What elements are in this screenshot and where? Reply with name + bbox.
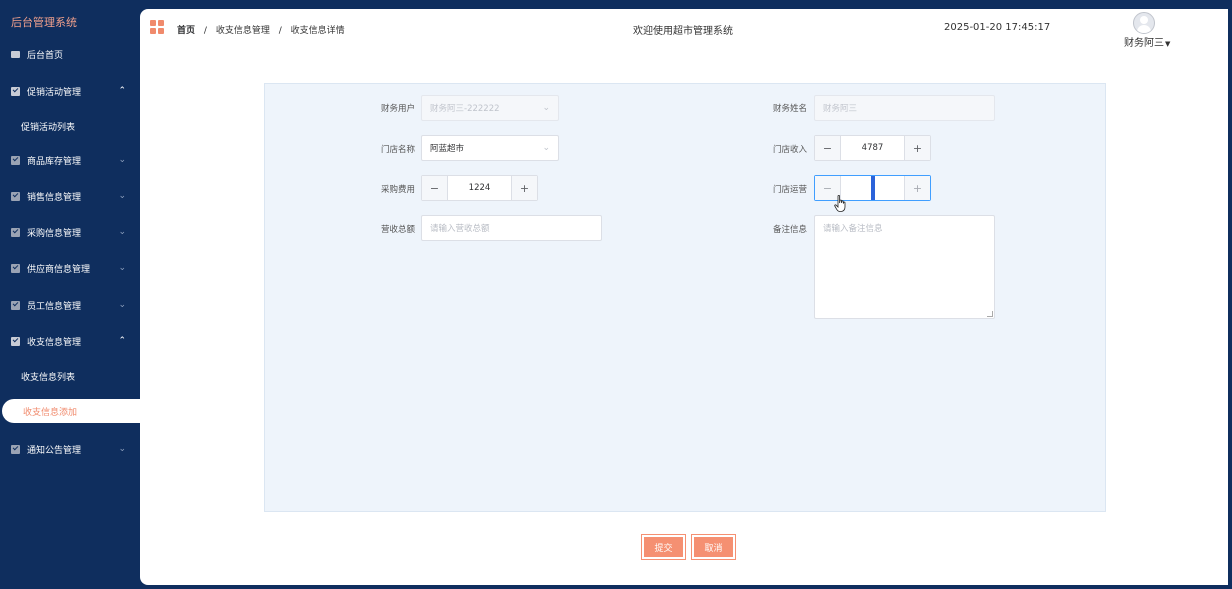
monitor-icon xyxy=(11,50,20,58)
store-name-select[interactable]: 阿蓝超市 ⌄ xyxy=(421,135,559,161)
increment-button[interactable]: + xyxy=(904,176,930,200)
header: 首页 / 收支信息管理 / 收支信息详情 欢迎使用超市管理系统 2025-01-… xyxy=(140,9,1228,49)
checkbox-icon xyxy=(11,263,20,273)
chevron-down-icon: ⌄ xyxy=(118,444,126,454)
finance-name-field: 财务阿三 xyxy=(814,95,995,121)
sidebar-item-promotion-list[interactable]: 促销活动列表 xyxy=(0,114,140,138)
sidebar-item-sales[interactable]: 销售信息管理 ⌄ xyxy=(0,184,140,208)
finance-name-value: 财务阿三 xyxy=(823,104,858,114)
sidebar-item-finance-add[interactable]: 收支信息添加 xyxy=(2,399,142,423)
datetime: 2025-01-20 17:45:17 xyxy=(944,22,1051,33)
store-name-value: 阿蓝超市 xyxy=(430,144,465,154)
resize-handle-icon[interactable] xyxy=(987,311,993,317)
form-panel: 财务用户 财务阿三-222222 ⌄ 财务姓名 财务阿三 门店名称 阿蓝超市 ⌄… xyxy=(264,83,1106,512)
sidebar-item-label: 促销活动管理 xyxy=(27,87,82,98)
chevron-down-icon: ⌄ xyxy=(542,143,550,153)
store-operation-input[interactable] xyxy=(841,176,904,200)
main-panel: 首页 / 收支信息管理 / 收支信息详情 欢迎使用超市管理系统 2025-01-… xyxy=(140,9,1228,585)
decrement-button[interactable]: − xyxy=(422,176,448,200)
purchase-cost-value[interactable]: 1224 xyxy=(448,176,511,200)
chevron-down-icon: ⌄ xyxy=(118,300,126,310)
checkbox-icon xyxy=(11,155,20,165)
checkbox-icon xyxy=(11,191,20,201)
store-name-label: 门店名称 xyxy=(380,145,415,155)
breadcrumb-separator: / xyxy=(278,26,282,36)
total-revenue-label: 营收总额 xyxy=(380,225,415,235)
sidebar-item-inventory[interactable]: 商品库存管理 ⌄ xyxy=(0,148,140,172)
purchase-cost-label: 采购费用 xyxy=(380,185,415,195)
sidebar-item-supplier[interactable]: 供应商信息管理 ⌄ xyxy=(0,256,140,280)
breadcrumb: 首页 / 收支信息管理 / 收支信息详情 xyxy=(177,23,345,36)
breadcrumb-current: 收支信息详情 xyxy=(290,26,345,36)
store-operation-stepper[interactable]: − + xyxy=(814,175,931,201)
sidebar-item-label: 员工信息管理 xyxy=(27,301,82,312)
finance-user-select: 财务阿三-222222 ⌄ xyxy=(421,95,559,121)
sidebar-item-label: 收支信息列表 xyxy=(21,372,76,383)
sidebar-item-notice[interactable]: 通知公告管理 ⌄ xyxy=(0,437,140,461)
sidebar: 后台管理系统 后台首页 促销活动管理 ⌃ 促销活动列表 商品库存管理 ⌄ 销售信… xyxy=(0,0,142,589)
sidebar-item-label: 收支信息添加 xyxy=(23,407,78,418)
menu-grid-icon[interactable] xyxy=(150,20,164,34)
sidebar-item-label: 销售信息管理 xyxy=(27,192,82,203)
store-operation-label: 门店运营 xyxy=(772,185,807,195)
store-income-label: 门店收入 xyxy=(772,145,807,155)
checkbox-icon xyxy=(11,336,20,346)
remarks-label: 备注信息 xyxy=(772,225,807,235)
chevron-down-icon: ⌄ xyxy=(118,155,126,165)
finance-user-label: 财务用户 xyxy=(380,104,415,114)
sidebar-item-finance-list[interactable]: 收支信息列表 xyxy=(0,364,140,388)
sidebar-item-label: 收支信息管理 xyxy=(27,337,82,348)
purchase-cost-stepper[interactable]: − 1224 + xyxy=(421,175,538,201)
chevron-down-icon: ⌄ xyxy=(118,227,126,237)
user-name: 财务阿三 xyxy=(1124,38,1164,49)
decrement-button[interactable]: − xyxy=(815,136,841,160)
checkbox-icon xyxy=(11,444,20,454)
cancel-button[interactable]: 取消 xyxy=(691,534,736,560)
breadcrumb-finance[interactable]: 收支信息管理 xyxy=(216,26,270,36)
hand-cursor-icon xyxy=(834,195,846,212)
sidebar-item-promotion[interactable]: 促销活动管理 ⌃ xyxy=(0,79,140,103)
total-revenue-input[interactable]: 请输入营收总额 xyxy=(421,215,602,241)
chevron-down-icon: ⌄ xyxy=(542,103,550,113)
sidebar-item-employee[interactable]: 员工信息管理 ⌄ xyxy=(0,293,140,317)
breadcrumb-separator: / xyxy=(203,26,207,36)
chevron-down-icon: ⌄ xyxy=(118,191,126,201)
welcome-text: 欢迎使用超市管理系统 xyxy=(633,26,733,37)
chevron-down-icon: ⌄ xyxy=(118,263,126,273)
sidebar-item-label: 后台首页 xyxy=(27,50,64,61)
increment-button[interactable]: + xyxy=(511,176,537,200)
caret-down-icon: ▼ xyxy=(1165,40,1171,48)
remarks-textarea[interactable]: 请输入备注信息 xyxy=(814,215,995,319)
submit-button[interactable]: 提交 xyxy=(641,534,686,560)
finance-name-label: 财务姓名 xyxy=(772,104,807,114)
app-logo: 后台管理系统 xyxy=(11,16,77,29)
store-income-value[interactable]: 4787 xyxy=(841,136,904,160)
chevron-up-icon: ⌃ xyxy=(118,86,126,96)
sidebar-item-label: 供应商信息管理 xyxy=(27,264,91,275)
remarks-placeholder: 请输入备注信息 xyxy=(823,224,883,234)
breadcrumb-home[interactable]: 首页 xyxy=(177,26,195,36)
total-revenue-placeholder: 请输入营收总额 xyxy=(430,224,490,234)
user-menu[interactable]: 财务阿三▼ xyxy=(1124,34,1170,49)
checkbox-icon xyxy=(11,227,20,237)
increment-button[interactable]: + xyxy=(904,136,930,160)
text-selection-caret xyxy=(870,176,875,200)
sidebar-item-home[interactable]: 后台首页 xyxy=(0,42,140,66)
sidebar-item-label: 通知公告管理 xyxy=(27,445,82,456)
finance-user-value: 财务阿三-222222 xyxy=(430,104,500,114)
sidebar-item-purchase[interactable]: 采购信息管理 ⌄ xyxy=(0,220,140,244)
checkbox-icon xyxy=(11,86,20,96)
store-income-stepper[interactable]: − 4787 + xyxy=(814,135,931,161)
sidebar-item-label: 促销活动列表 xyxy=(21,122,76,133)
sidebar-item-label: 采购信息管理 xyxy=(27,228,82,239)
sidebar-item-finance[interactable]: 收支信息管理 ⌃ xyxy=(0,329,140,353)
checkbox-icon xyxy=(11,300,20,310)
chevron-up-icon: ⌃ xyxy=(118,336,126,346)
sidebar-item-label: 商品库存管理 xyxy=(27,156,82,167)
avatar[interactable] xyxy=(1133,12,1155,34)
